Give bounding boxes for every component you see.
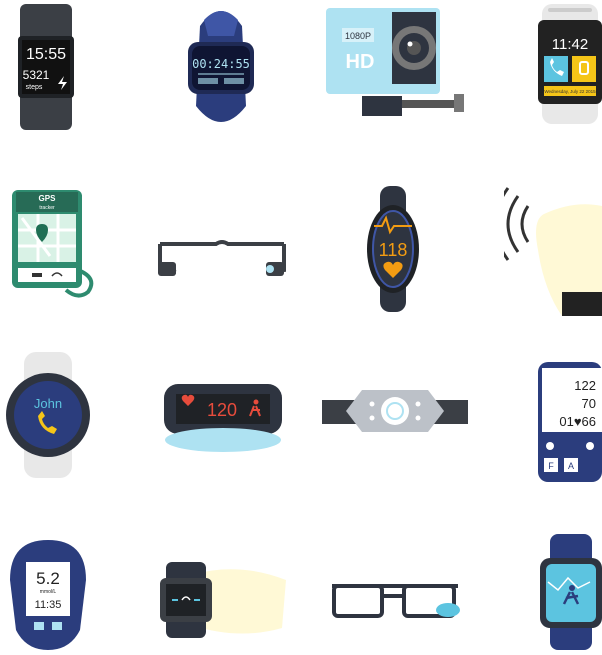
wrist-band-hand-icon [160,562,286,643]
smart-glasses-icon [156,236,288,285]
action-camera-icon: 1080P HD [326,6,470,127]
caller-name: John [34,396,62,411]
band-steps-unit: steps [26,84,43,91]
gesture-hand-icon [493,180,602,321]
glucose-time: 11:35 [35,599,62,611]
gps-subtitle: tracker [39,205,55,211]
gps-title: GPS [39,194,57,203]
timer-value: 00:24:55 [192,57,250,71]
fitness-band-icon: 15:55 5321 steps [14,4,78,135]
band-time: 15:55 [26,46,66,63]
running-watch-icon [540,534,602,655]
glucose-reading: 5.2 [36,569,60,588]
diastolic: 70 [582,396,596,411]
smart-watch-timer-icon: 00:24:55 [186,6,256,135]
pulse: 01♥66 [559,414,596,429]
glucose-unit: mmol/L [40,589,57,595]
blood-pressure-monitor-icon: 122 70 01♥66 F A [538,362,602,487]
bpm-value: 118 [379,240,408,260]
heart-rate-band-icon: 118 [366,186,420,317]
systolic: 122 [574,378,596,393]
camera-resolution: 1080P [345,31,371,41]
camera-quality: HD [346,51,375,73]
watch-date: Wednesday, July 22 2015 [544,89,596,94]
gps-tracker-icon: GPS tracker [12,190,102,303]
clip-tracker-icon [322,378,468,449]
band-bpm: 120 [207,400,237,420]
band-steps: 5321 [23,68,50,82]
smartwatch-phone-icon: 11:42 Wednesday, July 22 2015 [538,4,602,129]
watch-time: 11:42 [552,36,588,53]
btn-f: F [548,461,554,471]
btn-a: A [568,461,574,471]
heart-band-icon: 120 [164,378,282,459]
vr-glasses-icon [330,580,462,629]
glucose-meter-icon: 5.2 mmol/L 11:35 [10,540,86,655]
round-watch-call-icon: John [4,352,92,483]
